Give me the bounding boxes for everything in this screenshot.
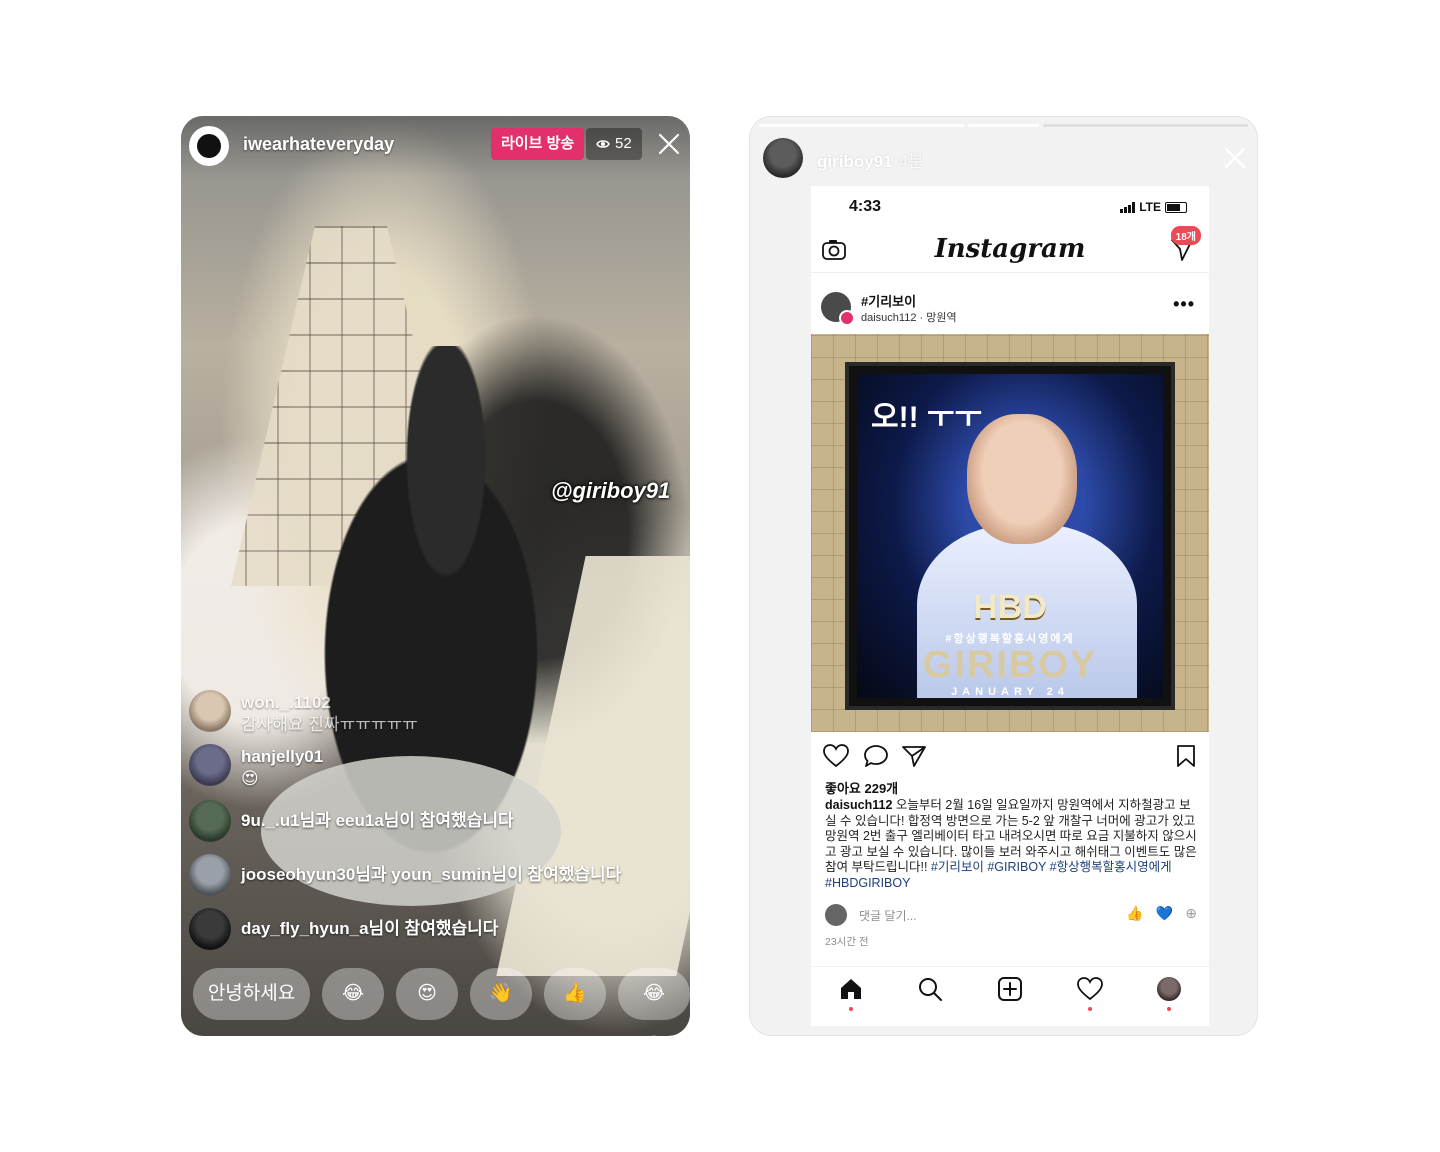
join-text: jooseohyun30님과 youn_sumin님이 참여했습니다 (241, 865, 622, 884)
poster-name: GIRIBOY (922, 644, 1098, 686)
nav-create[interactable] (996, 975, 1024, 1003)
poster-figure-face (967, 414, 1077, 544)
quick-reply-wave[interactable]: 👋 (470, 968, 533, 1020)
comment-item: won._.1102 감사해요 진짜ㅠㅠㅠㅠㅠ (189, 690, 418, 736)
quick-reply-laugh-double[interactable]: 😂😂 (618, 968, 690, 1036)
quick-reply-row: 안녕하세요 😂 😍 👋 👍 😂😂 (193, 968, 690, 1036)
progress-segment (1043, 124, 1249, 127)
mention-sticker[interactable]: @giriboy91 (551, 478, 670, 504)
commenter-avatar[interactable] (189, 854, 231, 896)
quick-reply-thumbs-up[interactable]: 👍 (544, 968, 607, 1020)
post-photo[interactable]: 오!! ㅜㅜ HBD #항상행복할홍시영에게 GIRIBOY JANUARY 2… (811, 334, 1209, 732)
progress-segment (759, 124, 964, 127)
profile-avatar (1157, 977, 1182, 1001)
status-indicators: LTE (1120, 200, 1187, 214)
quick-reactions: 👍 💙 ⊕ (1126, 905, 1197, 922)
commenter-avatar[interactable] (189, 800, 231, 842)
commenter-name: won._.1102 (241, 693, 331, 712)
comment-text: 😍 (241, 769, 259, 788)
post-author-avatar[interactable] (821, 292, 855, 326)
thumbs-up-reaction[interactable]: 👍 (1126, 905, 1143, 922)
notification-dot (1167, 1007, 1172, 1011)
broadcaster-username[interactable]: iwearhateveryday (243, 134, 394, 155)
commenter-avatar[interactable] (189, 908, 231, 950)
progress-segment (967, 124, 1040, 127)
commenter-avatar[interactable] (189, 744, 231, 786)
comment-input[interactable]: 댓글 달기... (859, 907, 917, 924)
story-time: 4분 (898, 152, 924, 171)
ig-header: Instagram 18개 (811, 226, 1209, 273)
post-author-name[interactable]: daisuch112 (861, 312, 916, 324)
blue-heart-reaction[interactable]: 💙 (1156, 905, 1173, 922)
quick-reply-hello[interactable]: 안녕하세요 (193, 968, 311, 1020)
status-clock: 4:33 (849, 198, 882, 215)
status-bar: 4:33 LTE (811, 198, 1209, 222)
story-progress-bar (759, 124, 1249, 127)
comment-icon[interactable] (863, 744, 889, 768)
bookmark-icon[interactable] (1175, 744, 1197, 768)
poster-hbd: HBD (973, 588, 1047, 626)
live-badge: 라이브 방송 (491, 128, 585, 160)
poster-date: JANUARY 24 (951, 686, 1069, 698)
viewer-count[interactable]: 52 (586, 128, 642, 160)
post-hashtag-title[interactable]: #기리보이 (861, 291, 916, 310)
join-notice: day_fly_hyun_a님이 참여했습니다 (189, 908, 498, 950)
more-options-icon[interactable]: ••• (1173, 294, 1195, 315)
nav-activity[interactable] (1076, 975, 1104, 1011)
network-label: LTE (1139, 200, 1161, 214)
comment-item: hanjelly01 😍 (189, 744, 323, 790)
commenter-avatar[interactable] (189, 690, 231, 732)
nav-profile[interactable] (1155, 975, 1183, 1011)
post-header: #기리보이 daisuch112 · 망원역 ••• (811, 286, 1209, 332)
live-broadcast-screen: iwearhateveryday 라이브 방송 52 @giriboy91 wo… (181, 116, 690, 1036)
post-actions (811, 742, 1209, 772)
close-icon[interactable] (1221, 144, 1249, 172)
add-post-icon (997, 977, 1022, 1001)
join-text: 9u._.u1님과 eeu1a님이 참여했습니다 (241, 811, 514, 830)
like-count[interactable]: 좋아요 229개 (825, 778, 898, 797)
poster-headline: 오!! ㅜㅜ (871, 401, 983, 434)
nav-home[interactable] (837, 975, 865, 1011)
post-timestamp: 23시간 전 (825, 936, 869, 948)
post-subtitle: daisuch112 · 망원역 (861, 312, 957, 324)
join-text: day_fly_hyun_a님이 참여했습니다 (241, 919, 499, 938)
search-icon (919, 978, 943, 1001)
story-author[interactable]: giriboy91 4분 (817, 147, 924, 172)
notification-dot (1087, 1007, 1092, 1011)
post-location[interactable]: 망원역 (926, 312, 956, 324)
bottom-navigation (811, 966, 1209, 1026)
subway-poster: 오!! ㅜㅜ HBD #항상행복할홍시영에게 GIRIBOY JANUARY 2… (845, 362, 1175, 710)
instagram-screenshot: 4:33 LTE Instagram 18개 #기리보이 daisuch112 … (811, 186, 1209, 1026)
viewer-count-number: 52 (615, 135, 632, 152)
share-icon[interactable] (901, 744, 927, 768)
commenter-name: hanjelly01 (241, 747, 324, 766)
caption-author[interactable]: daisuch112 (825, 798, 892, 812)
nav-search[interactable] (916, 975, 944, 1003)
join-notice: jooseohyun30님과 youn_sumin님이 참여했습니다 (189, 854, 621, 896)
quick-reply-heart-eyes[interactable]: 😍 (396, 968, 459, 1020)
quick-reply-laugh[interactable]: 😂 (322, 968, 385, 1020)
eye-icon (596, 140, 610, 148)
add-reaction-icon[interactable]: ⊕ (1185, 905, 1197, 922)
viewer-avatar (825, 904, 847, 926)
heart-icon[interactable] (823, 744, 849, 768)
story-username: giriboy91 (817, 152, 893, 171)
dm-badge: 18개 (1170, 226, 1201, 245)
heart-icon (1076, 977, 1103, 1001)
story-screen: giriboy91 4분 4:33 LTE Instagram 18개 #기리보이… (749, 116, 1258, 1036)
comment-text: 감사해요 진짜ㅠㅠㅠㅠㅠ (241, 715, 418, 734)
story-author-avatar[interactable] (763, 138, 803, 178)
home-icon (840, 979, 861, 999)
battery-icon (1165, 201, 1187, 213)
instagram-logo: Instagram (934, 234, 1086, 264)
post-caption: daisuch112 오늘부터 2월 16일 일요일까지 망원역에서 지하철광고… (825, 798, 1197, 891)
broadcaster-avatar[interactable] (189, 126, 229, 166)
close-icon[interactable] (655, 130, 683, 158)
join-notice: 9u._.u1님과 eeu1a님이 참여했습니다 (189, 800, 514, 842)
add-comment-row: 댓글 달기... 👍 💙 ⊕ (825, 902, 1197, 928)
notification-dot (848, 1007, 853, 1011)
signal-icon (1120, 201, 1136, 213)
